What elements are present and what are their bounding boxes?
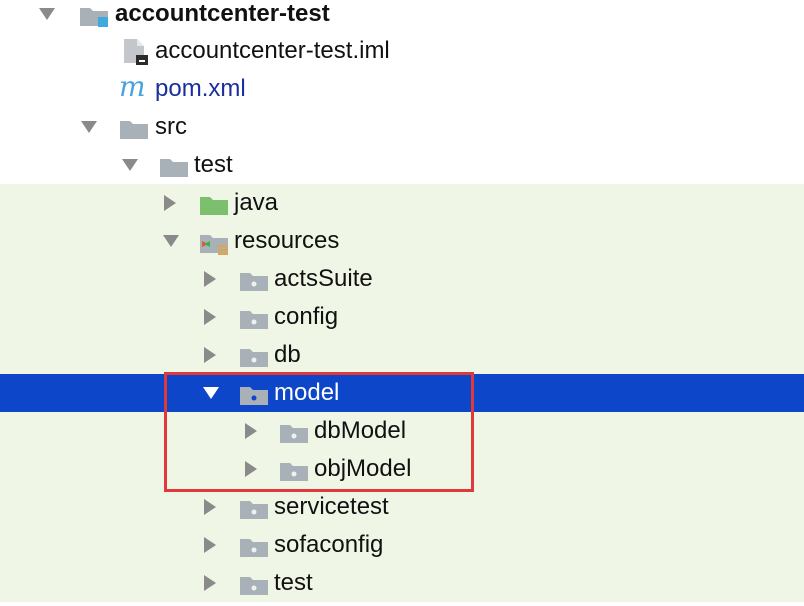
pom-label: pom.xml [155, 75, 246, 102]
iml-file-icon [120, 39, 152, 65]
tree-row-iml-file[interactable]: accountcenter-test.iml [0, 32, 804, 70]
chevron-down-icon[interactable] [200, 374, 224, 412]
dbmodel-label: dbModel [314, 417, 407, 444]
iml-file-label: accountcenter-test.iml [155, 37, 390, 64]
tree-row-db[interactable]: db [0, 336, 804, 374]
chevron-right-icon[interactable] [200, 298, 224, 336]
db-label: db [274, 341, 301, 368]
chevron-down-icon[interactable] [119, 146, 143, 184]
chevron-down-icon[interactable] [36, 0, 60, 33]
chevron-right-icon[interactable] [241, 412, 265, 450]
chevron-down-icon[interactable] [78, 108, 102, 146]
tree-row-actssuite[interactable]: actsSuite [0, 260, 804, 298]
tree-row-java[interactable]: java [0, 184, 804, 222]
tree-row-resources[interactable]: resources [0, 222, 804, 260]
chevron-right-icon[interactable] [200, 564, 224, 602]
chevron-right-icon[interactable] [200, 488, 224, 526]
tree-row-module[interactable]: accountcenter-test [0, 0, 804, 33]
module-name: accountcenter-test [115, 0, 330, 27]
tree-row-dbmodel[interactable]: dbModel [0, 412, 804, 450]
folder-icon [158, 153, 190, 177]
package-folder-icon [278, 419, 310, 443]
model-label: model [274, 379, 340, 406]
chevron-right-icon[interactable] [200, 260, 224, 298]
chevron-right-icon[interactable] [241, 450, 265, 488]
tree-row-servicetest[interactable]: servicetest [0, 488, 804, 526]
objmodel-label: objModel [314, 455, 412, 482]
resource-test-label: test [274, 569, 313, 596]
tree-row-model[interactable]: model [0, 374, 804, 412]
module-folder-icon [78, 2, 110, 27]
package-folder-icon [238, 305, 270, 329]
svg-text:m: m [119, 74, 146, 102]
package-folder-icon [238, 267, 270, 291]
tree-row-objmodel[interactable]: objModel [0, 450, 804, 488]
chevron-right-icon[interactable] [200, 336, 224, 374]
package-folder-icon [238, 533, 270, 557]
package-folder-icon [238, 495, 270, 519]
tree-row-src[interactable]: src [0, 108, 804, 146]
servicetest-label: servicetest [274, 493, 389, 520]
test-source-folder-icon [198, 191, 230, 215]
tree-row-test[interactable]: test [0, 146, 804, 184]
package-folder-icon [238, 343, 270, 367]
actssuite-label: actsSuite [274, 265, 373, 292]
config-label: config [274, 303, 339, 330]
chevron-right-icon[interactable] [160, 184, 184, 222]
sofaconfig-label: sofaconfig [274, 531, 384, 558]
tree-row-resource-test[interactable]: test [0, 564, 804, 602]
chevron-down-icon[interactable] [160, 222, 184, 260]
package-folder-icon [238, 571, 270, 595]
java-label: java [234, 189, 279, 216]
folder-icon [118, 115, 150, 139]
tree-row-pom[interactable]: m pom.xml [0, 70, 804, 108]
resources-label: resources [234, 227, 340, 254]
test-label: test [194, 151, 233, 178]
tree-row-config[interactable]: config [0, 298, 804, 336]
test-resources-folder-icon [198, 229, 230, 255]
maven-icon: m [119, 70, 151, 103]
project-tree: accountcenter-test accountcenter-test.im… [0, 0, 804, 606]
tree-row-sofaconfig[interactable]: sofaconfig [0, 526, 804, 564]
chevron-right-icon[interactable] [200, 526, 224, 564]
src-label: src [155, 113, 187, 140]
package-folder-icon [278, 457, 310, 481]
package-folder-icon [238, 381, 270, 405]
